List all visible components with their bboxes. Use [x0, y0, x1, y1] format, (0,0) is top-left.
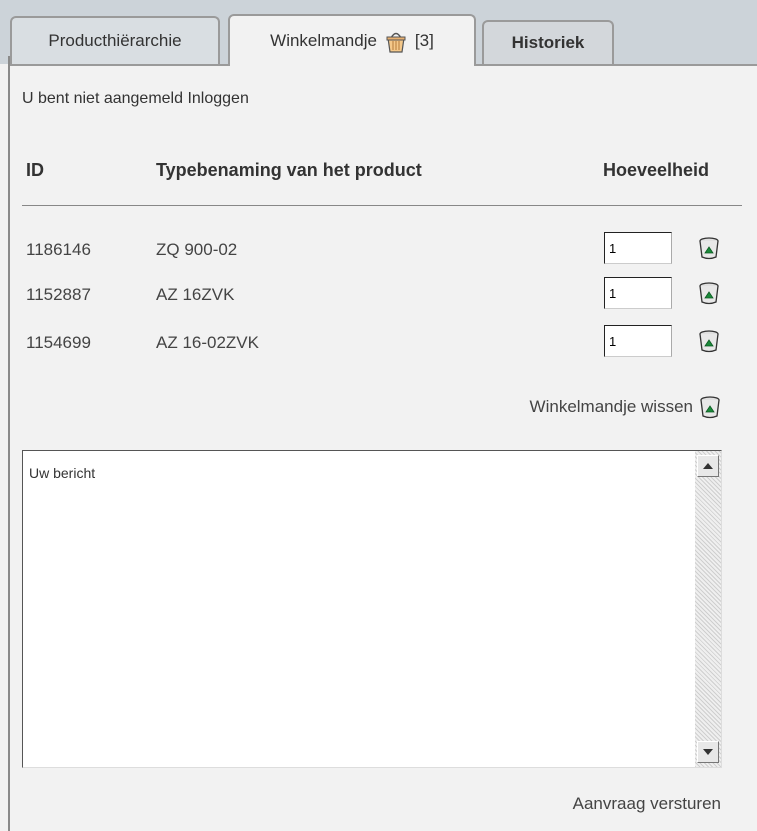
row-id: 1152887 [26, 285, 91, 304]
row-id: 1154699 [26, 333, 91, 352]
login-status: U bent niet aangemeld Inloggen [22, 90, 249, 108]
arrow-down-icon [703, 749, 713, 755]
message-textarea[interactable] [29, 465, 679, 755]
column-header-id: ID [26, 160, 44, 180]
row-type: AZ 16ZVK [156, 285, 235, 304]
cart-count-badge: [3] [414, 31, 434, 50]
scroll-down-button[interactable] [697, 741, 719, 763]
quantity-input[interactable] [604, 277, 672, 309]
login-link[interactable]: Inloggen [187, 90, 248, 107]
row-id: 1186146 [26, 240, 91, 259]
column-header-quantity: Hoeveelheid [603, 160, 710, 180]
shopping-cart-panel: Producthiërarchie Winkelmandje [3] Histo… [0, 0, 757, 831]
tab-label: Producthiërarchie [48, 31, 182, 50]
clear-cart-button[interactable]: Winkelmandje wissen [530, 395, 721, 419]
tab-divider [10, 64, 228, 66]
send-request-button[interactable]: Aanvraag versturen [573, 794, 721, 814]
trash-bin-icon[interactable] [698, 329, 720, 353]
trash-bin-icon[interactable] [698, 236, 720, 260]
header-divider [22, 205, 742, 206]
tab-label: Winkelmandje [270, 31, 377, 50]
clear-cart-label: Winkelmandje wissen [529, 397, 693, 416]
row-type: ZQ 900-02 [156, 240, 238, 259]
basket-icon [386, 32, 406, 53]
tab-product-hierarchy[interactable]: Producthiërarchie [10, 16, 220, 64]
quantity-input[interactable] [604, 325, 672, 357]
trash-bin-icon [700, 396, 720, 419]
column-header-type: Typebenaming van het product [156, 160, 422, 180]
panel-left-border [8, 56, 10, 831]
row-type: AZ 16-02ZVK [156, 333, 259, 352]
tab-shopping-cart[interactable]: Winkelmandje [3] [228, 14, 476, 66]
quantity-input[interactable] [604, 232, 672, 264]
tab-divider [476, 64, 757, 66]
tab-label: Historiek [511, 33, 585, 52]
tab-history[interactable]: Historiek [482, 20, 614, 64]
message-box [22, 450, 722, 768]
trash-bin-icon[interactable] [698, 281, 720, 305]
message-scrollbar[interactable] [695, 451, 721, 767]
login-status-text: U bent niet aangemeld [22, 90, 183, 107]
arrow-up-icon [703, 463, 713, 469]
scroll-up-button[interactable] [697, 455, 719, 477]
